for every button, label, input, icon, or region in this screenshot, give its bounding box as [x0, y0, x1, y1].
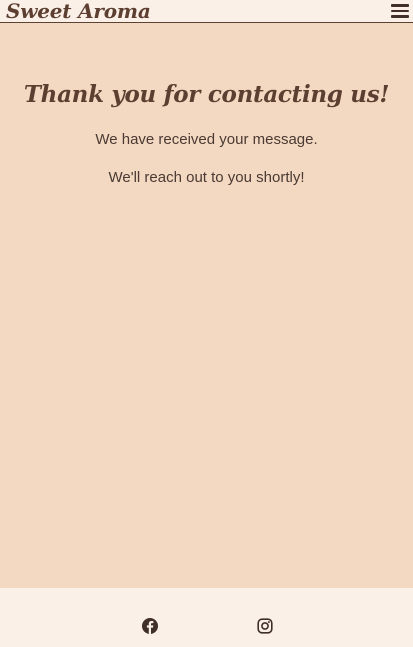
page: Sweet Aroma Thank you for contacting us!… [0, 0, 413, 647]
menu-bar [391, 9, 409, 12]
facebook-link[interactable] [142, 618, 158, 634]
page-title: Thank you for contacting us! [23, 81, 390, 108]
menu-bar [391, 4, 409, 7]
confirmation-message: We have received your message. [95, 131, 318, 148]
menu-bar [391, 15, 409, 18]
footer [0, 588, 413, 647]
navbar: Sweet Aroma [0, 0, 413, 23]
instagram-link[interactable] [257, 618, 273, 634]
main-content: Thank you for contacting us! We have rec… [0, 23, 413, 588]
hamburger-menu-icon[interactable] [391, 1, 409, 19]
brand-logo-link[interactable]: Sweet Aroma [6, 0, 151, 25]
followup-message: We'll reach out to you shortly! [108, 169, 305, 186]
facebook-icon [142, 618, 158, 634]
instagram-icon [257, 618, 273, 634]
